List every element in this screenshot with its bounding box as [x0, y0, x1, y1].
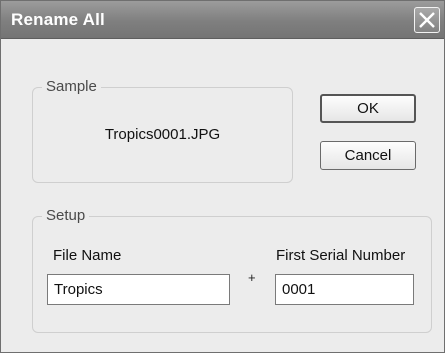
title-bar[interactable]: Rename All: [1, 1, 444, 39]
setup-group-label: Setup: [42, 207, 90, 224]
close-button[interactable]: [414, 7, 440, 33]
cancel-button[interactable]: Cancel: [320, 141, 416, 170]
sample-group: Sample Tropics0001.JPG: [32, 78, 293, 183]
plus-sign: +: [248, 270, 256, 285]
dialog-title: Rename All: [11, 10, 105, 29]
sample-group-label: Sample: [42, 78, 101, 95]
file-name-input[interactable]: Tropics: [47, 274, 230, 305]
first-serial-number-input[interactable]: 0001: [275, 274, 414, 305]
file-name-label: File Name: [53, 247, 122, 264]
first-serial-number-label: First Serial Number: [276, 247, 406, 264]
close-icon: [419, 12, 435, 28]
sample-preview-text: Tropics0001.JPG: [104, 126, 221, 143]
ok-button[interactable]: OK: [320, 94, 416, 123]
rename-all-dialog: Rename All Sample Tropics0001.JPG OK Can…: [0, 0, 445, 353]
